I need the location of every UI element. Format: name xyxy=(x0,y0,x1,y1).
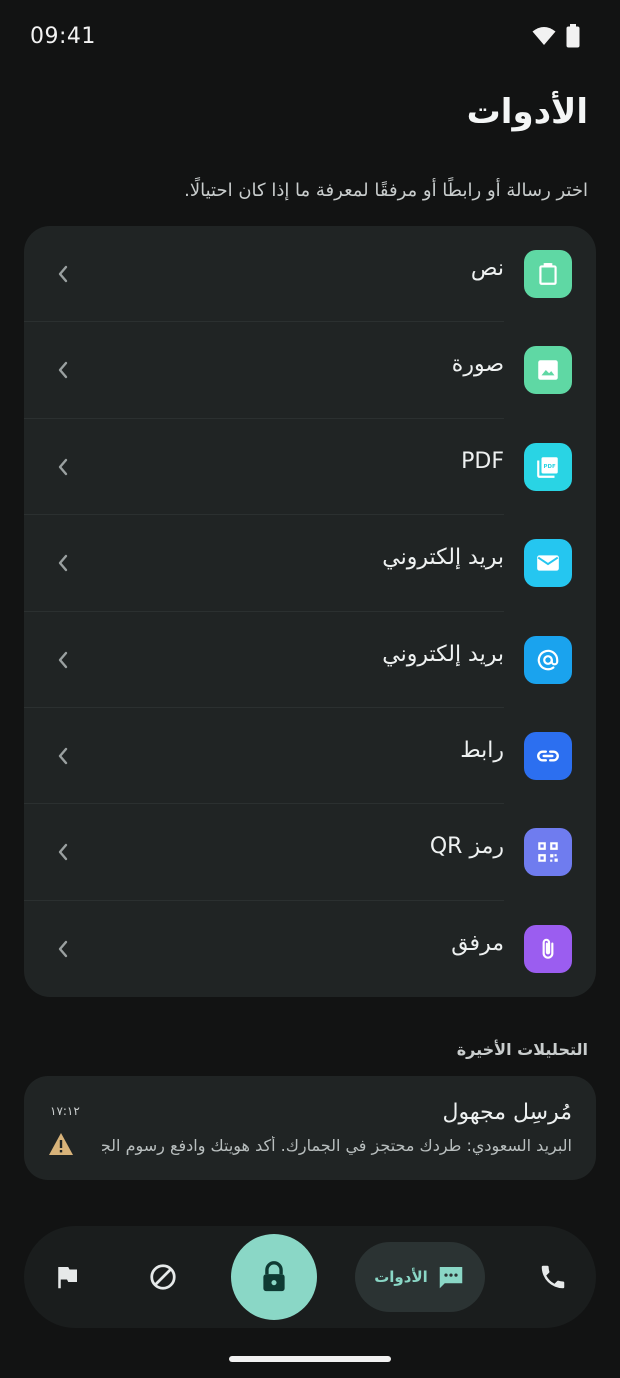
status-time: 09:41 xyxy=(30,24,96,49)
page-title: الأدوات xyxy=(466,92,588,132)
phone-icon[interactable] xyxy=(538,1262,568,1292)
chevron-left-icon xyxy=(58,940,68,957)
image-icon xyxy=(524,346,572,395)
tool-item-email[interactable]: بريد إلكتروني xyxy=(24,515,596,612)
recent-analysis-item[interactable]: مُرسِل مجهول ١٧:١٢ البريد السعودي: طردك … xyxy=(24,1076,596,1180)
chevron-left-icon xyxy=(58,554,68,572)
mail-icon xyxy=(524,539,572,588)
tool-item-attachment[interactable]: مرفق xyxy=(24,901,596,997)
bottom-nav: الأدوات xyxy=(24,1226,596,1328)
warning-icon xyxy=(49,1133,73,1155)
pdf-icon: PDF xyxy=(524,442,572,491)
lock-icon xyxy=(263,1261,285,1292)
chat-icon xyxy=(439,1267,463,1289)
wifi-icon xyxy=(532,26,556,50)
status-bar: 09:41 xyxy=(0,0,620,76)
tools-tab[interactable]: الأدوات xyxy=(355,1242,485,1312)
home-indicator xyxy=(229,1356,391,1362)
tool-item-text[interactable]: نص xyxy=(24,226,596,323)
clipboard-icon xyxy=(524,250,572,298)
at-icon xyxy=(524,635,572,684)
chevron-left-icon xyxy=(58,844,68,861)
battery-icon xyxy=(566,24,580,52)
message-snippet: البريد السعودي: طردك محتجز في الجمارك. أ… xyxy=(102,1136,572,1155)
tool-item-image[interactable]: صورة xyxy=(24,322,596,420)
tool-label: بريد إلكتروني xyxy=(382,641,504,667)
tool-label: رمز QR xyxy=(429,834,504,860)
message-time: ١٧:١٢ xyxy=(50,1104,80,1118)
chevron-left-icon xyxy=(58,362,68,379)
tools-list: نص صورة PDF PDF بريد إلكتروني بريد إلكتر… xyxy=(24,226,596,997)
block-icon[interactable] xyxy=(148,1262,178,1292)
sender-name: مُرسِل مجهول xyxy=(442,1100,573,1125)
page-subtitle: اختر رسالة أو رابطًا أو مرفقًا لمعرفة ما… xyxy=(184,180,588,201)
tool-item-email-address[interactable]: بريد إلكتروني xyxy=(24,612,596,709)
tool-item-pdf[interactable]: PDF PDF xyxy=(24,419,596,516)
flag-icon[interactable] xyxy=(52,1262,82,1292)
chevron-left-icon xyxy=(58,651,68,668)
tool-label: رابط xyxy=(460,737,504,763)
tool-label: نص xyxy=(470,256,504,281)
svg-text:PDF: PDF xyxy=(544,464,556,470)
chevron-left-icon xyxy=(58,747,68,765)
recent-section-title: التحليلات الأخيرة xyxy=(456,1040,588,1059)
qr-icon xyxy=(524,828,572,877)
chevron-left-icon xyxy=(58,265,68,283)
tool-label: بريد إلكتروني xyxy=(382,545,504,571)
screen: 09:41 الأدوات اختر رسالة أو رابطًا أو مر… xyxy=(0,0,620,1378)
tools-tab-label: الأدوات xyxy=(374,1268,428,1286)
tool-label: PDF xyxy=(461,448,504,474)
lock-button[interactable] xyxy=(231,1234,317,1320)
paperclip-icon xyxy=(524,924,572,973)
tool-label: صورة xyxy=(451,352,504,378)
tool-item-qr[interactable]: رمز QR xyxy=(24,804,596,902)
link-icon xyxy=(524,731,572,780)
tool-item-link[interactable]: رابط xyxy=(24,708,596,805)
chevron-left-icon xyxy=(58,458,68,475)
tool-label: مرفق xyxy=(451,930,504,956)
status-icons xyxy=(532,24,580,52)
